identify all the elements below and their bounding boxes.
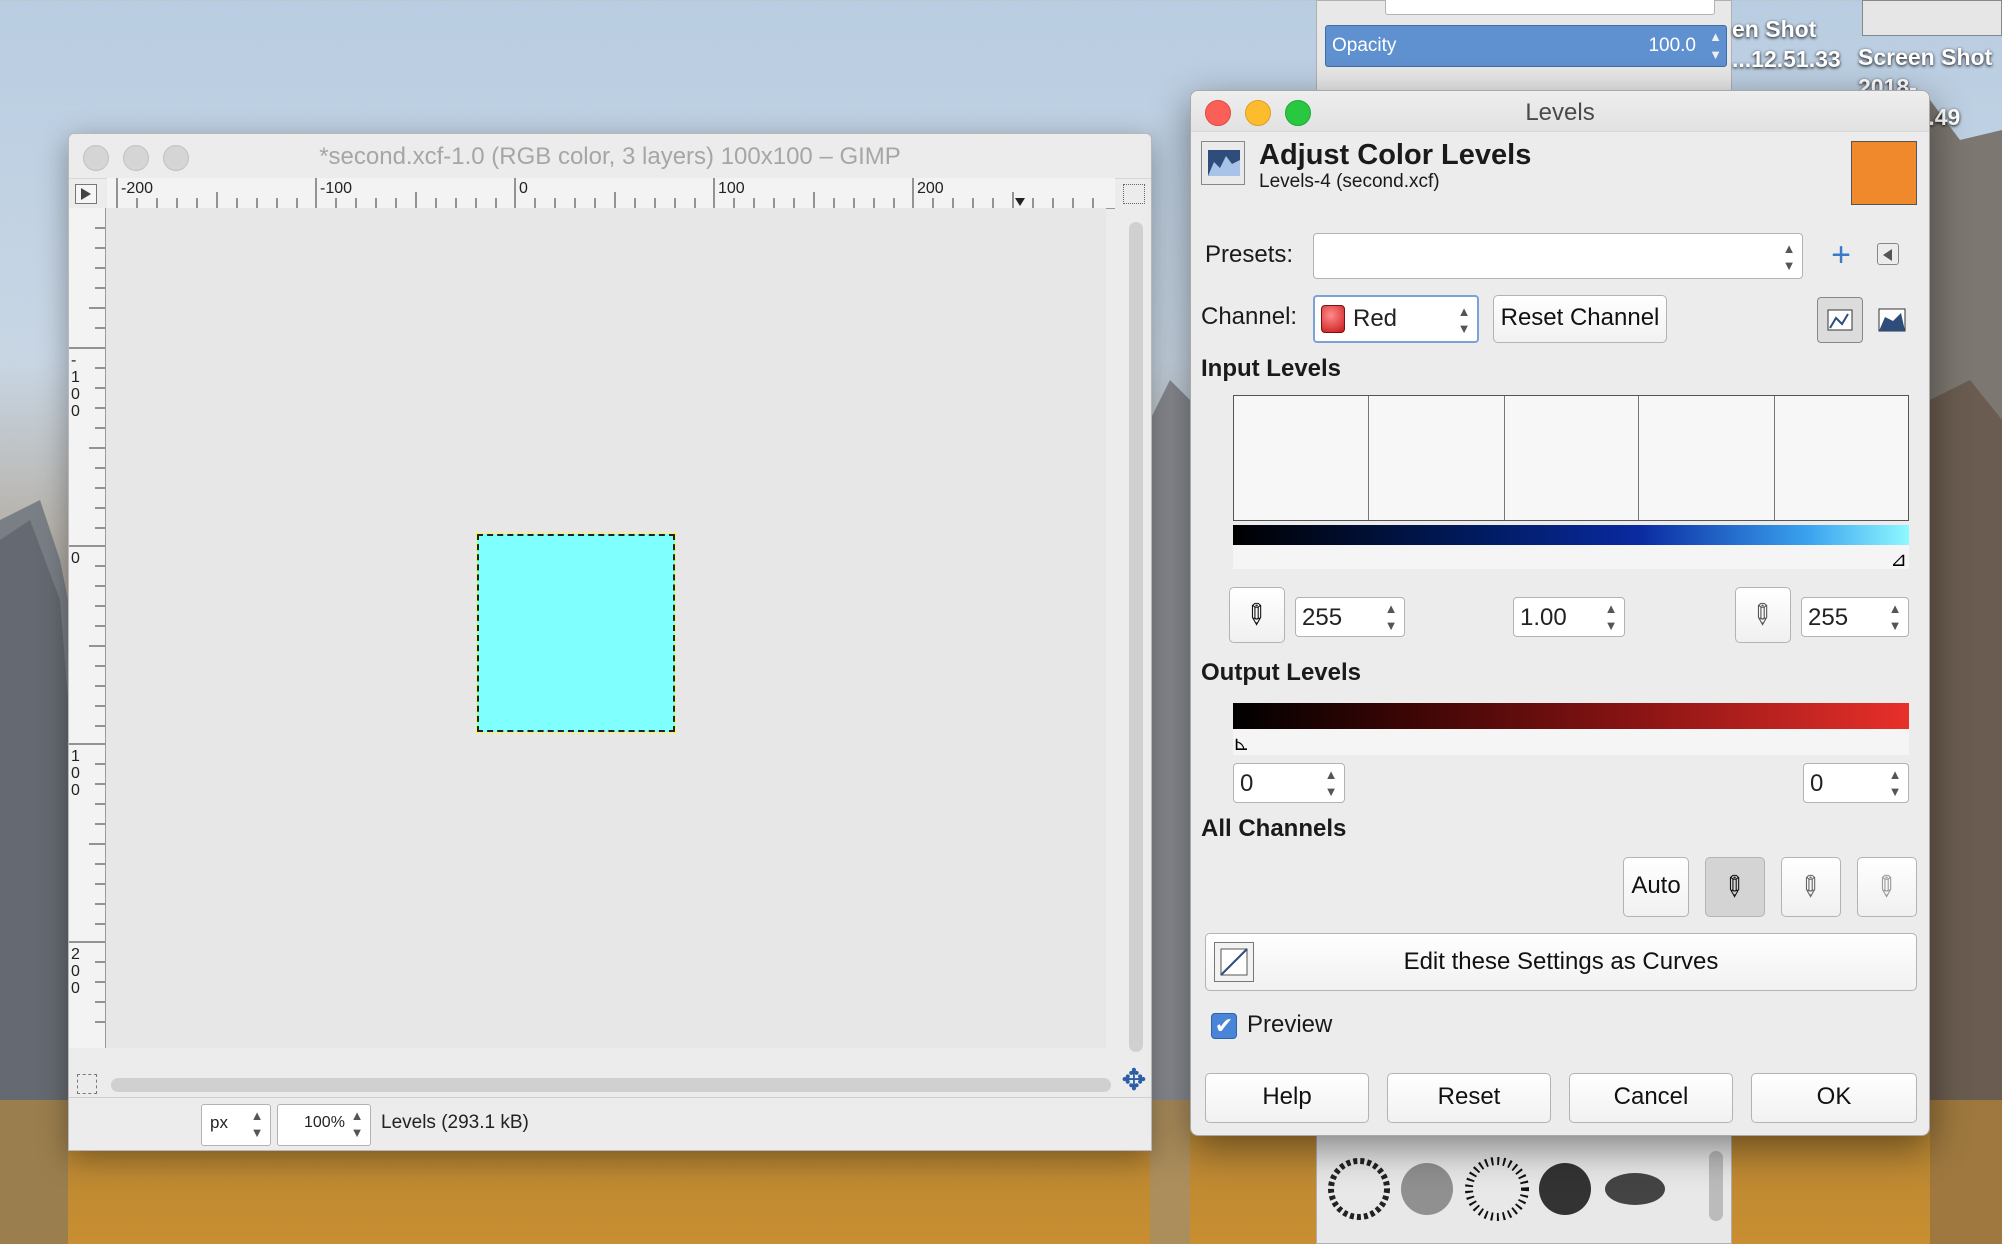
spin-arrows-icon: ▲ ▼ — [1888, 767, 1902, 799]
input-handle-icon[interactable]: ⊿ — [1890, 547, 1907, 572]
combo-arrows-icon: ▲ ▼ — [1782, 241, 1796, 273]
vertical-scrollbar[interactable] — [1129, 222, 1143, 1052]
opacity-label: Opacity — [1332, 35, 1397, 56]
output-slider-track[interactable]: ⊾ — [1233, 729, 1909, 755]
pointer-marker-icon — [1015, 198, 1025, 206]
auto-button[interactable]: Auto — [1623, 857, 1689, 917]
levels-dialog: Levels Adjust Color Levels Levels-4 (sec… — [1190, 90, 1930, 1136]
opacity-spin-arrows[interactable]: ▲ ▼ — [1709, 28, 1722, 64]
input-gamma-field[interactable]: 1.00 ▲ ▼ — [1513, 597, 1625, 637]
channel-label: Channel: — [1201, 303, 1298, 330]
reset-button[interactable]: Reset — [1387, 1073, 1551, 1123]
horizontal-ruler[interactable]: -200 -100 0 100 200 — [107, 178, 1115, 209]
spin-arrows-icon: ▲ ▼ — [250, 1108, 264, 1140]
pick-gray-button[interactable]: ✎ — [1781, 857, 1841, 917]
play-icon — [81, 188, 91, 200]
combo-arrows-icon: ▲ ▼ — [1457, 304, 1471, 336]
window-title: *second.xcf-1.0 (RGB color, 3 layers) 10… — [319, 143, 901, 170]
header-subtitle: Levels-4 (second.xcf) — [1259, 171, 1440, 192]
channel-combo[interactable]: Red ▲ ▼ — [1313, 295, 1479, 343]
status-bar: px ▲ ▼ 100% ▲ ▼ Levels (293.1 kB) — [69, 1097, 1151, 1150]
vertical-ruler[interactable]: -100 0 100 200 — [69, 208, 106, 1048]
header-title: Adjust Color Levels — [1259, 139, 1532, 171]
log-histogram-icon[interactable] — [1873, 301, 1911, 339]
ruler-h-label: 100 — [718, 180, 745, 197]
black-point-picker-button[interactable]: ✎ — [1229, 587, 1285, 643]
input-high-field[interactable]: 255 ▲ ▼ — [1801, 597, 1909, 637]
window-title: Levels — [1525, 99, 1595, 126]
eyedropper-icon: ✎ — [1714, 867, 1753, 906]
spin-arrows-icon: ▲ ▼ — [350, 1108, 364, 1140]
preview-label[interactable]: Preview — [1247, 1011, 1332, 1039]
red-channel-icon — [1321, 305, 1345, 333]
gimp-titlebar[interactable]: *second.xcf-1.0 (RGB color, 3 layers) 10… — [69, 134, 1151, 179]
ruler-ticks-v — [69, 227, 105, 1023]
input-slider-track[interactable]: ⊿ — [1233, 545, 1909, 572]
ruler-h-label: -200 — [121, 180, 154, 197]
brushes-panel — [1316, 1130, 1732, 1244]
zoom-select[interactable]: 100% ▲ ▼ — [277, 1104, 371, 1146]
output-high-field[interactable]: 0 ▲ ▼ — [1803, 763, 1909, 803]
preview-checkbox[interactable]: ✔ — [1211, 1013, 1237, 1039]
add-preset-icon[interactable]: + — [1825, 237, 1857, 273]
desktop-icon-label-1[interactable]: en Shot ...12.51.33 — [1732, 14, 1852, 74]
ruler-v-label: -100 — [71, 352, 80, 420]
reset-channel-button[interactable]: Reset Channel — [1493, 295, 1667, 343]
ruler-h-label: 0 — [519, 180, 528, 197]
spin-arrows-icon: ▲ ▼ — [1604, 601, 1618, 633]
output-gradient — [1233, 703, 1909, 729]
brush-thumbnails[interactable] — [1317, 1131, 1732, 1244]
spin-arrows-icon: ▲ ▼ — [1324, 767, 1338, 799]
ruler-h-label: 200 — [917, 180, 944, 197]
pick-white-button[interactable]: ✎ — [1857, 857, 1917, 917]
mode-dropdown[interactable] — [1385, 0, 1715, 15]
eyedropper-icon: ✎ — [1790, 867, 1829, 906]
levels-icon — [1201, 141, 1245, 185]
levels-titlebar[interactable]: Levels — [1191, 91, 1929, 132]
ok-button[interactable]: OK — [1751, 1073, 1917, 1123]
pick-black-button[interactable]: ✎ — [1705, 857, 1765, 917]
white-point-picker-button[interactable]: ✎ — [1735, 587, 1791, 643]
quick-mask-menu-button[interactable] — [75, 184, 97, 204]
output-levels-label: Output Levels — [1201, 659, 1362, 686]
input-gradient — [1233, 525, 1909, 545]
horizontal-scrollbar[interactable] — [111, 1078, 1111, 1092]
navigate-icon[interactable]: ✥ — [1119, 1066, 1149, 1096]
unit-select[interactable]: px ▲ ▼ — [201, 1104, 271, 1146]
opacity-value: 100.0 — [1648, 35, 1696, 56]
spin-arrows-icon: ▲ ▼ — [1384, 601, 1398, 633]
zoom-to-fit-icon[interactable] — [1123, 184, 1145, 204]
status-text: Levels (293.1 kB) — [381, 1112, 529, 1133]
image-canvas[interactable] — [106, 208, 1106, 1048]
layers-panel: Opacity 100.0 ▲ ▼ — [1316, 0, 1732, 100]
color-swatch — [1851, 141, 1917, 205]
ruler-h-label: -100 — [320, 180, 353, 197]
edit-as-curves-button[interactable]: Edit these Settings as Curves — [1205, 933, 1917, 991]
input-histogram[interactable] — [1233, 395, 1909, 521]
presets-combo[interactable]: ▲ ▼ — [1313, 233, 1803, 279]
eyedropper-icon: ✎ — [1866, 867, 1905, 906]
desktop-icon-thumb[interactable] — [1862, 0, 2002, 36]
linear-histogram-icon[interactable] — [1817, 297, 1863, 343]
spin-arrows-icon: ▲ ▼ — [1888, 601, 1902, 633]
toggle-quickmask-icon[interactable] — [77, 1074, 97, 1094]
presets-label: Presets: — [1205, 241, 1294, 268]
help-button[interactable]: Help — [1205, 1073, 1369, 1123]
input-low-field[interactable]: 255 ▲ ▼ — [1295, 597, 1405, 637]
ruler-ticks-h — [116, 178, 1094, 208]
opacity-slider[interactable]: Opacity 100.0 ▲ ▼ — [1325, 25, 1727, 67]
gimp-image-window: *second.xcf-1.0 (RGB color, 3 layers) 10… — [68, 133, 1152, 1151]
eyedropper-icon: ✎ — [1742, 595, 1781, 634]
ruler-v-label: 200 — [71, 946, 80, 997]
ruler-v-label: 0 — [71, 550, 80, 567]
eyedropper-icon: ✎ — [1236, 595, 1275, 634]
cancel-button[interactable]: Cancel — [1569, 1073, 1733, 1123]
output-low-field[interactable]: 0 ▲ ▼ — [1233, 763, 1345, 803]
ruler-v-label: 100 — [71, 748, 80, 799]
output-handle-icon[interactable]: ⊾ — [1233, 731, 1250, 756]
image-layer[interactable] — [476, 533, 676, 733]
all-channels-label: All Channels — [1201, 815, 1347, 842]
preset-menu-icon[interactable] — [1877, 243, 1899, 265]
input-levels-label: Input Levels — [1201, 355, 1342, 382]
